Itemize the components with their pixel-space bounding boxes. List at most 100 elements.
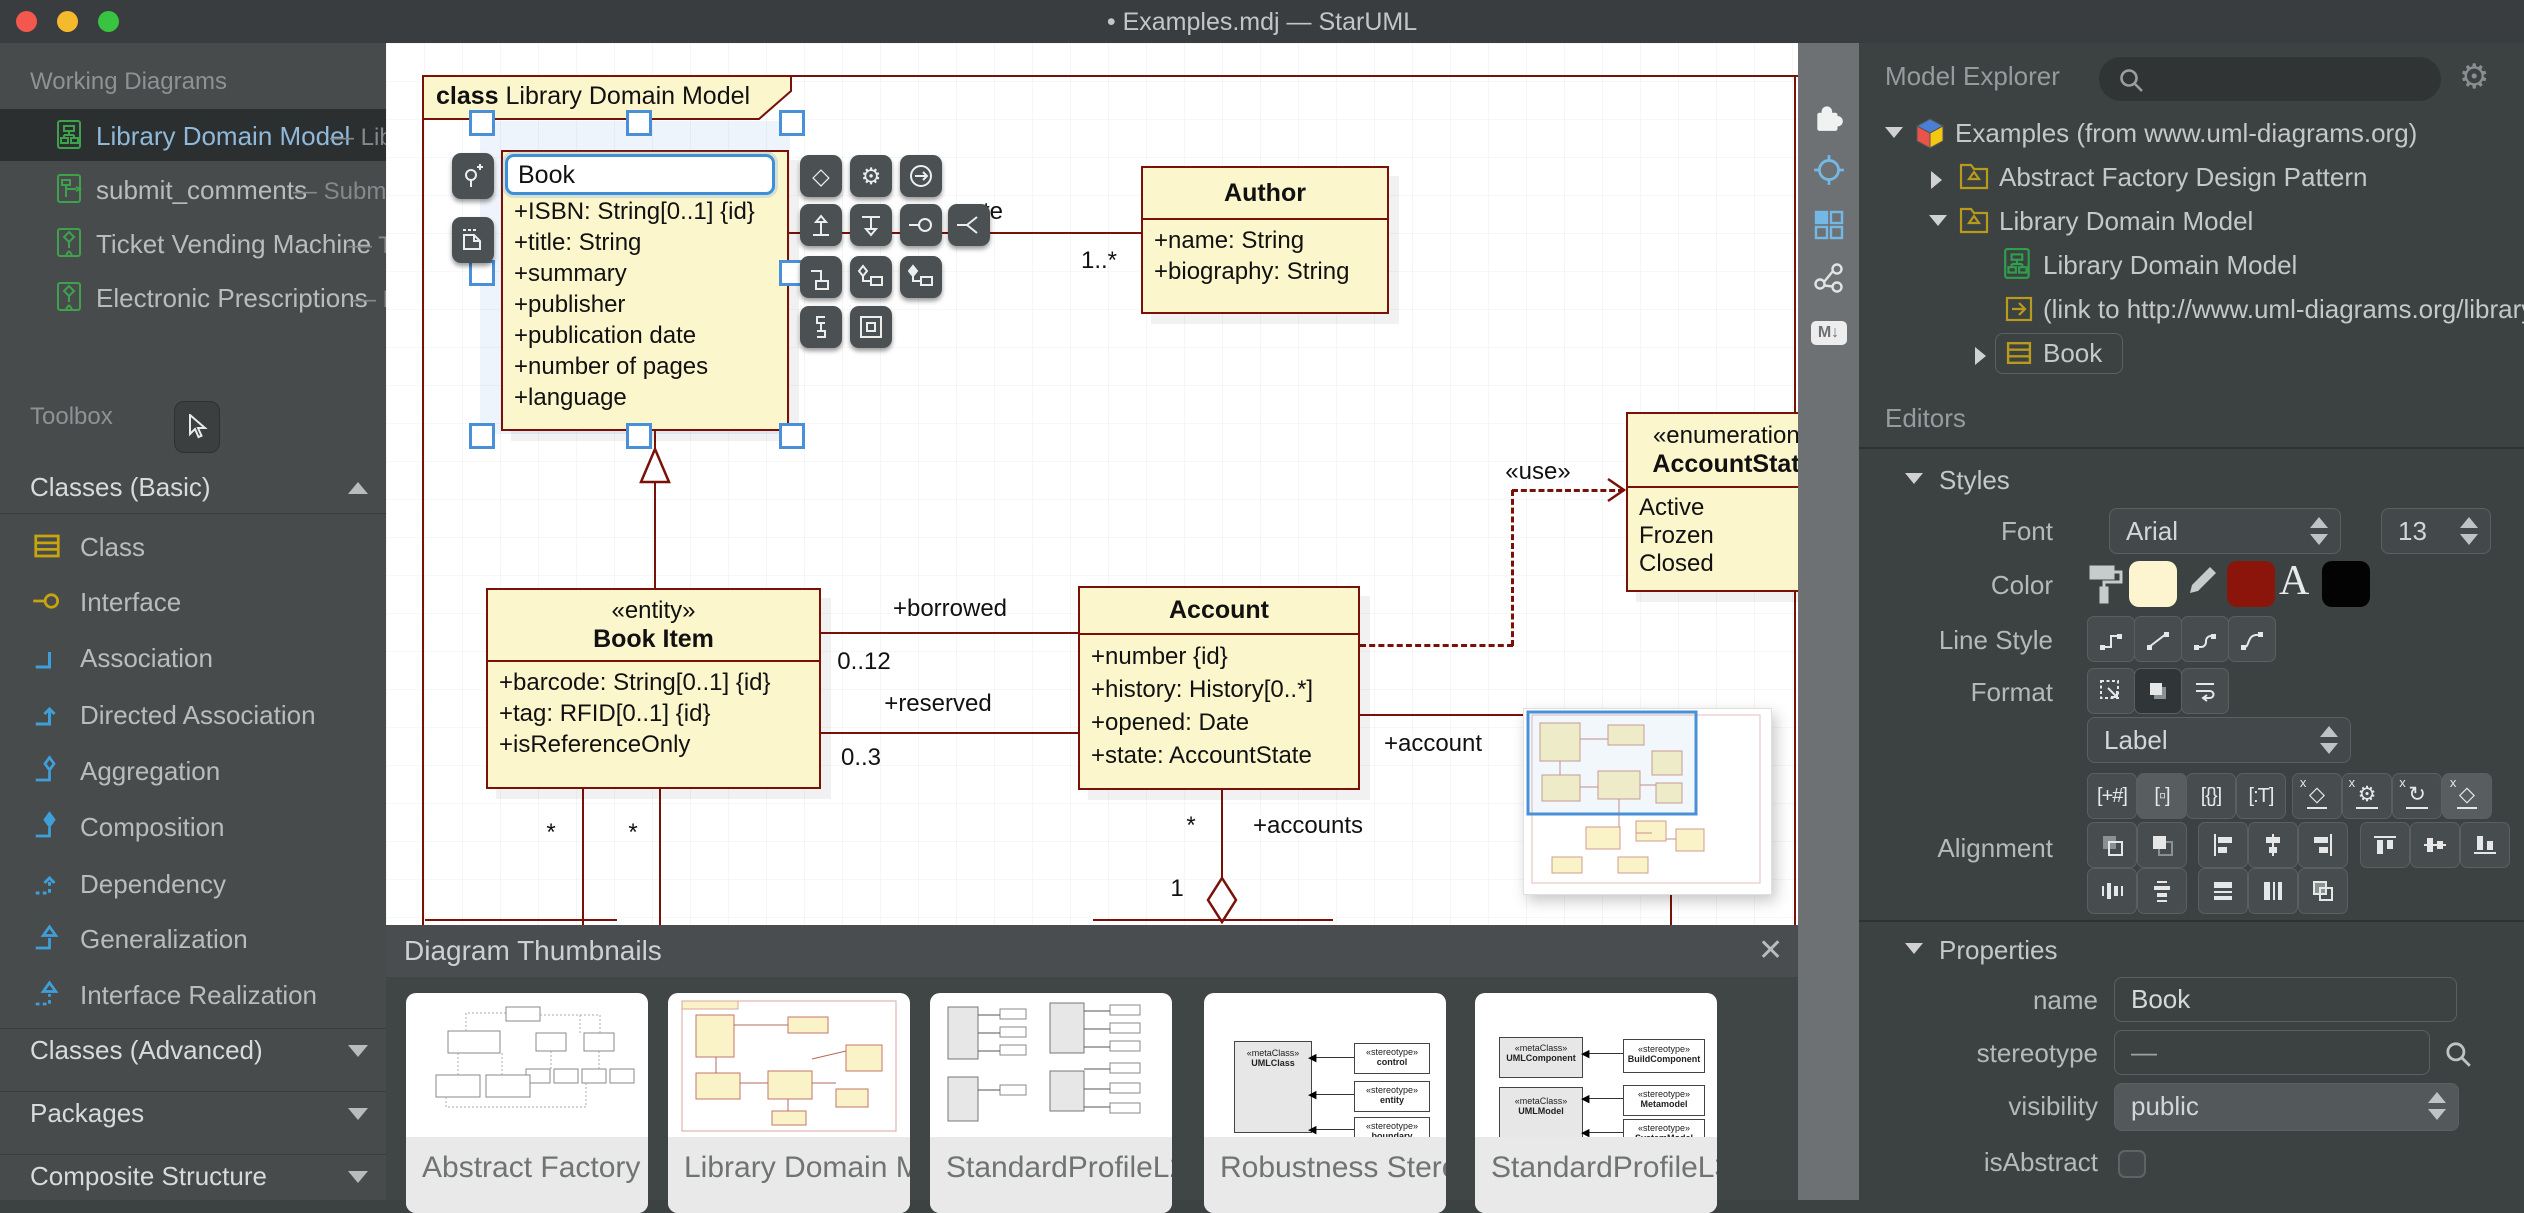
resize-handle[interactable] [469,423,495,449]
resize-handle[interactable] [779,110,805,136]
distribute-horizontal-button[interactable] [2087,868,2137,914]
show-type-button[interactable]: [:T] [2236,773,2286,819]
tree-item-book[interactable]: Book [1859,331,2524,375]
class-account[interactable]: Account +number {id} +history: History[0… [1078,586,1360,790]
working-diagram-library-domain-model[interactable]: Library Domain Model— Lib [0,109,386,161]
tree-item-library-domain-model[interactable]: Library Domain Model [1859,199,2524,243]
align-center-button[interactable] [2248,822,2298,868]
chevron-expanded-icon[interactable] [1929,215,1947,226]
suppress-literals-button[interactable]: x ◇ [2442,773,2492,819]
tree-item-library-diagram[interactable]: Library Domain Model [1859,243,2524,287]
quick-interface-button[interactable] [900,204,942,246]
working-diagram-ticket-vending-machine[interactable]: Ticket Vending Machine — T [0,217,386,269]
minimap-viewport[interactable] [1526,710,1698,816]
resize-handle[interactable] [469,260,495,286]
thumbnail-robustness-stereotypes[interactable]: «metaClass» UMLClass «stereotype» control … [1204,993,1446,1213]
equal-size-button[interactable] [2298,868,2348,914]
name-field[interactable] [2114,977,2457,1022]
tree-item-abstract-factory[interactable]: Abstract Factory Design Pattern [1859,155,2524,199]
thumbnail-standardprofilel2[interactable]: StandardProfileL2 [930,993,1172,1213]
align-top-button[interactable] [2360,822,2410,868]
section-classes-basic[interactable]: Classes (Basic) [0,466,386,510]
isabstract-checkbox[interactable] [2118,1150,2146,1178]
align-bottom-button[interactable] [2460,822,2510,868]
quick-part-button[interactable] [850,306,892,348]
thumbnail-abstract-factory[interactable]: Abstract Factory Design [406,993,648,1213]
suppress-operations-button[interactable]: x ⚙ [2342,773,2392,819]
fill-color-roller-icon[interactable] [2085,561,2125,607]
tool-interface-realization[interactable]: Interface Realization [0,968,386,1022]
tree-item-hyperlink[interactable]: (link to http://www.uml-diagrams.org/lib… [1859,287,2524,331]
search-input[interactable] [2155,63,2429,95]
class-account-state[interactable]: «enumeration» AccountState Active Frozen… [1626,412,1798,592]
show-multiplicity-button[interactable]: [+#] [2087,773,2137,819]
quick-aggregation-class-button[interactable] [850,256,892,298]
extensions-icon[interactable] [1798,95,1859,139]
send-to-back-button[interactable] [2087,822,2137,868]
working-diagram-electronic-prescriptions[interactable]: Electronic Prescriptions— E [0,271,386,323]
diagram-minimap[interactable] [1523,708,1772,895]
equal-width-button[interactable] [2198,868,2248,914]
chevron-collapsed-icon[interactable] [1931,171,1942,189]
tool-composition[interactable]: Composition [0,800,386,854]
line-style-oblique-button[interactable] [2134,616,2182,662]
section-classes-advanced[interactable]: Classes (Advanced) [0,1029,386,1073]
quick-realization-button[interactable] [850,204,892,246]
select-tool-button[interactable] [174,401,220,453]
align-right-button[interactable] [2298,822,2348,868]
show-namespace-button[interactable]: [▫] [2137,773,2187,819]
tool-dependency[interactable]: Dependency [0,857,386,911]
class-name-editor[interactable] [505,154,775,195]
line-style-curve-button[interactable] [2228,616,2276,662]
chevron-collapsed-icon[interactable] [1975,347,1986,365]
label-style-select[interactable]: Label [2087,717,2351,763]
resize-handle[interactable] [779,423,805,449]
align-left-button[interactable] [2198,822,2248,868]
align-middle-button[interactable] [2410,822,2460,868]
share-icon[interactable] [1798,256,1859,300]
model-explorer-settings-button[interactable]: ⚙ [2459,57,2489,97]
stereotype-search-icon[interactable] [2443,1039,2473,1069]
markdown-icon[interactable]: M↓ [1798,311,1859,355]
quick-generalization-button[interactable] [800,204,842,246]
quick-statemachine-button[interactable] [900,155,942,197]
resize-handle[interactable] [626,110,652,136]
format-autoresize-button[interactable] [2087,668,2135,714]
close-icon[interactable]: ✕ [1758,933,1783,968]
tool-interface[interactable]: Interface [0,575,386,629]
format-wordwrap-button[interactable] [2181,668,2229,714]
stereotype-field[interactable] [2114,1030,2430,1075]
working-diagram-submit-comments[interactable]: submit_comments— Submit [0,163,386,215]
thumbnail-standardprofilel3[interactable]: «metaClass» UMLComponent «stereotype» Buil… [1475,993,1717,1213]
line-style-rounded-button[interactable] [2181,616,2229,662]
tool-directed-association[interactable]: Directed Association [0,688,386,742]
visibility-select[interactable]: public [2114,1083,2459,1131]
thumbnail-library-domain-model[interactable]: Library Domain Model [668,993,910,1213]
add-note-button[interactable] [452,217,494,263]
font-size-stepper[interactable]: 13 [2381,508,2491,554]
font-color-letter-icon[interactable]: A [2279,557,2309,605]
quick-association-class-button[interactable] [800,256,842,298]
show-property-button[interactable]: [{}] [2186,773,2236,819]
equal-height-button[interactable] [2248,868,2298,914]
format-shadow-button[interactable] [2134,668,2182,714]
section-composite-structure[interactable]: Composite Structure [0,1155,386,1199]
bring-to-front-button[interactable] [2137,822,2187,868]
suppress-receptions-button[interactable]: x ↻ [2392,773,2442,819]
add-attribute-button[interactable] [452,153,494,199]
focus-mode-icon[interactable] [1798,148,1859,192]
quick-diamond-button[interactable]: ◇ [800,155,842,197]
class-book-item[interactable]: «entity» Book Item +barcode: String[0..1… [486,588,821,789]
font-family-select[interactable]: Arial [2109,508,2341,554]
layout-icon[interactable] [1798,203,1859,247]
tool-aggregation[interactable]: Aggregation [0,744,386,798]
quick-composition-class-button[interactable] [900,256,942,298]
tool-generalization[interactable]: Generalization [0,912,386,966]
chevron-expanded-icon[interactable] [1885,127,1903,138]
quick-containment-button[interactable] [800,306,842,348]
quick-settings-button[interactable]: ⚙ [850,155,892,197]
tool-association[interactable]: Association [0,631,386,685]
suppress-attributes-button[interactable]: x ◇ [2292,773,2342,819]
distribute-vertical-button[interactable] [2137,868,2187,914]
class-author[interactable]: Author +name: String +biography: String [1141,166,1389,314]
